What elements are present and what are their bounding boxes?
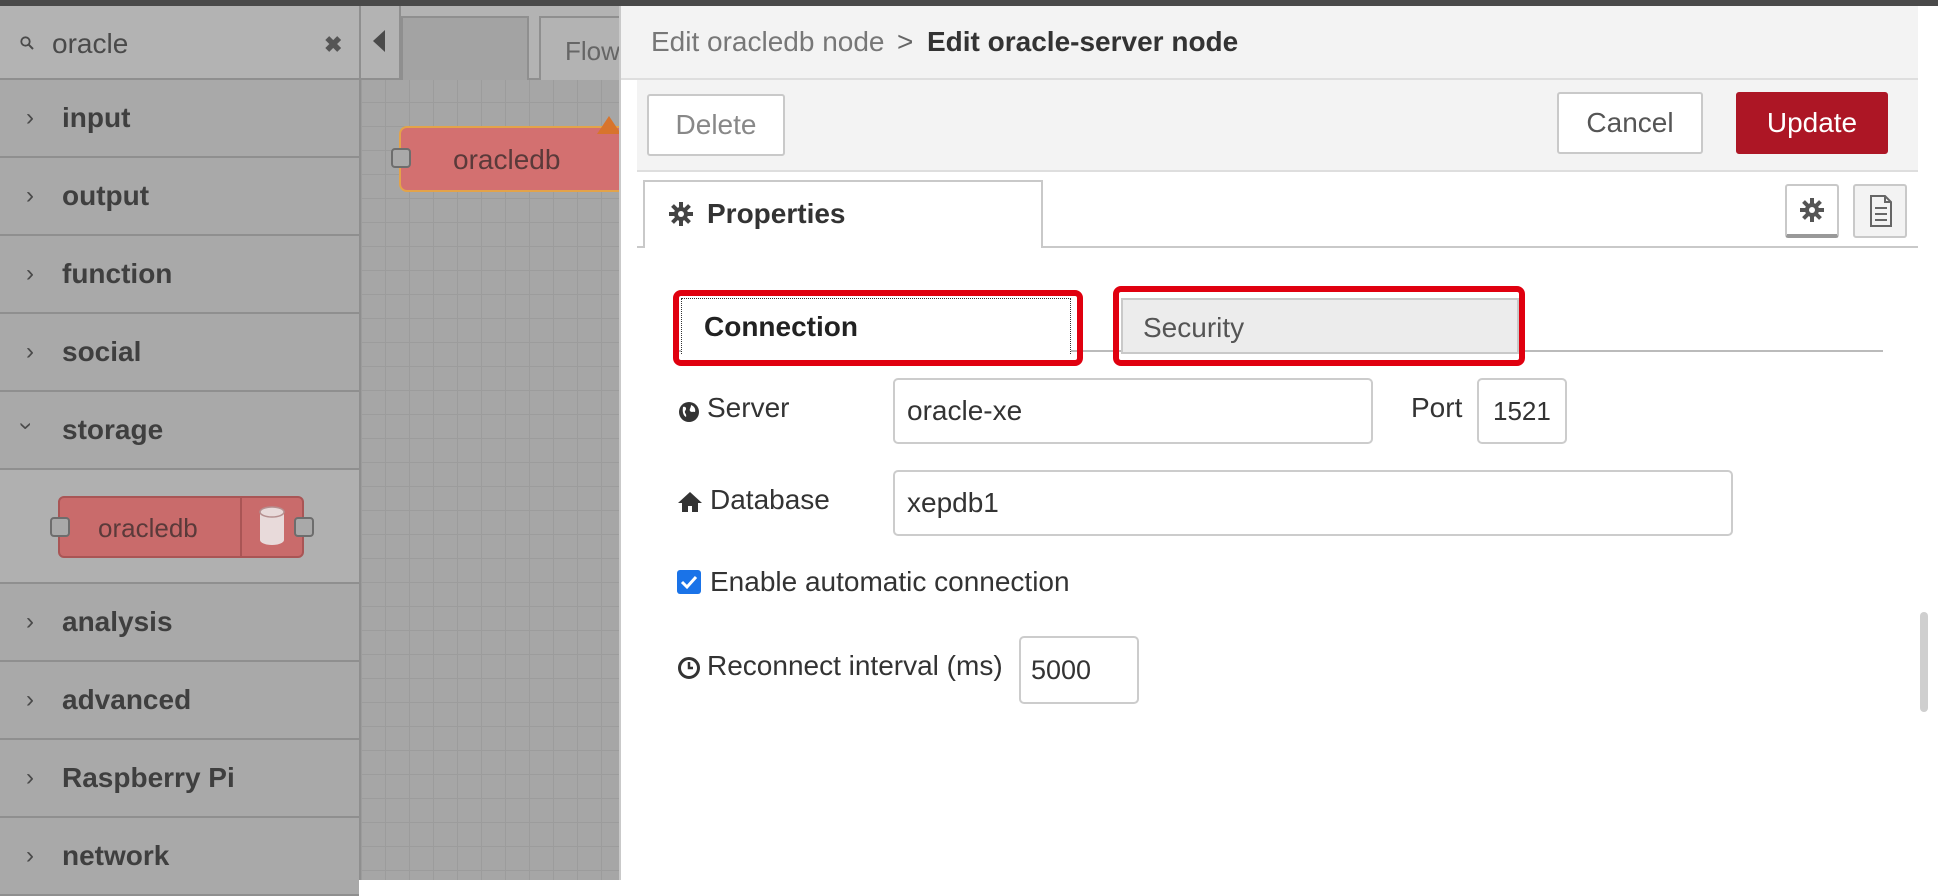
auto-connect-checkbox[interactable] [677,570,701,594]
breadcrumb-current: Edit oracle-server node [927,26,1239,57]
top-strip [0,0,1938,6]
chevron-right-icon: › [26,104,34,131]
workspace-tab-label: Flow [565,36,620,66]
breadcrumb-separator: > [897,26,914,57]
tray-toolbar: Delete Cancel Update [637,80,1918,172]
chevron-right-icon: › [26,842,34,869]
edit-tray: Edit oracledb node > Edit oracle-server … [619,6,1938,880]
palette-node-oracledb[interactable]: oracledb [50,496,314,558]
node-description-button[interactable] [1853,184,1907,238]
database-input[interactable]: xepdb1 [893,470,1733,536]
chevron-right-icon: › [26,260,34,287]
category-raspberry-pi[interactable]: › Raspberry Pi [0,740,359,818]
category-label: output [62,180,150,211]
scroll-left-icon [373,30,385,52]
port-label: Port [1411,392,1463,423]
storage-node-list: oracledb [0,470,359,584]
breadcrumb-previous[interactable]: Edit oracledb node [651,26,885,58]
category-label: storage [62,414,164,445]
palette-node-label: oracledb [98,513,198,543]
clear-icon[interactable]: ✖ [324,32,342,58]
category-label: analysis [62,606,173,637]
tab-properties-label: Properties [707,198,846,229]
category-advanced[interactable]: › advanced [0,662,359,740]
highlight-box-connection [673,290,1083,366]
home-icon [678,492,702,512]
workspace-node-label: oracledb [453,144,561,175]
delete-button[interactable]: Delete [647,94,785,156]
tray-scrollbar[interactable] [1920,612,1928,712]
clock-icon [678,657,700,679]
category-label: network [62,840,170,871]
category-function[interactable]: › function [0,236,359,314]
category-label: Raspberry Pi [62,762,235,793]
category-label: input [62,102,131,133]
document-icon [1870,195,1892,227]
chevron-right-icon: › [26,764,34,791]
category-label: advanced [62,684,192,715]
scroll-left-button[interactable] [361,6,401,78]
search-icon [20,36,34,50]
chevron-right-icon: › [26,182,34,209]
workspace-tab-flow[interactable]: Flow [539,16,621,80]
palette-search-input[interactable]: oracle [52,28,128,60]
output-port [294,517,314,537]
server-input[interactable]: oracle-xe [893,378,1373,444]
warning-icon [597,116,621,134]
reconnect-label: Reconnect interval (ms) [707,650,1003,681]
chevron-down-icon: › [13,422,40,430]
input-port [50,517,70,537]
palette-search: oracle ✖ [0,6,359,80]
update-button[interactable]: Update [1736,92,1888,154]
tab-properties[interactable]: Properties [643,180,1043,248]
gear-icon [669,202,693,226]
category-label: function [62,258,173,289]
server-label: Server [707,392,790,423]
auto-connect-label[interactable]: Enable automatic connection [710,566,1070,598]
workspace-tab-bar: Flow [361,6,621,80]
palette-sidebar: oracle ✖ › input › output › function › s… [0,6,361,896]
checkbox-checked-icon [680,575,698,590]
input-port [391,148,411,168]
category-network[interactable]: › network [0,818,359,896]
flow-workspace[interactable]: Flow oracledb [361,6,643,880]
reconnect-interval-input[interactable]: 5000 [1019,636,1139,704]
chevron-right-icon: › [26,338,34,365]
workspace-node-oracledb[interactable]: oracledb [391,116,643,192]
category-storage[interactable]: › storage [0,392,359,470]
cancel-button[interactable]: Cancel [1557,92,1703,154]
node-settings-button[interactable] [1785,184,1839,238]
category-label: social [62,336,142,367]
database-icon [240,498,302,556]
workspace-tab[interactable] [401,16,529,80]
tray-header: Edit oracledb node > Edit oracle-server … [621,6,1918,80]
category-analysis[interactable]: › analysis [0,584,359,662]
database-label: Database [710,484,830,515]
category-output[interactable]: › output [0,158,359,236]
gear-icon [1800,198,1824,222]
category-input[interactable]: › input [0,80,359,158]
chevron-right-icon: › [26,608,34,635]
port-input[interactable]: 1521 [1477,378,1567,444]
tray-body: Properties Connection Security Server or… [637,172,1918,880]
chevron-right-icon: › [26,686,34,713]
highlight-box-security [1113,286,1525,366]
globe-icon [679,402,699,422]
category-social[interactable]: › social [0,314,359,392]
